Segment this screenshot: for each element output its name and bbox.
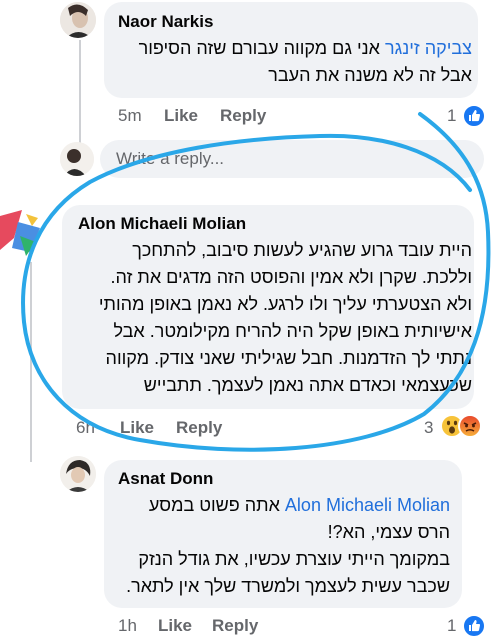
reply-input-box[interactable]: Write a reply... xyxy=(100,140,484,178)
reaction-count[interactable]: 3 xyxy=(424,418,433,438)
reply-input-placeholder: Write a reply... xyxy=(116,149,225,168)
comment-text-line: וללכת. שקרן ולא אמין והפוסט הזה מדגים את… xyxy=(110,267,472,287)
profile-photo-icon xyxy=(60,456,96,492)
comment-text-line: Alon Michaeli Molian אתה פשוט במסע xyxy=(148,495,450,515)
avatar-current-user[interactable] xyxy=(60,142,94,176)
like-button[interactable]: Like xyxy=(120,418,154,438)
like-button[interactable]: Like xyxy=(164,106,198,126)
angry-emoji-icon[interactable] xyxy=(458,414,482,438)
profile-photo-icon xyxy=(60,142,94,176)
comment-text-line: שכבר עשית לעצמך ולמשרד שלך אין לתאר. xyxy=(126,576,450,596)
thread-connector xyxy=(30,262,32,462)
comment-timestamp[interactable]: 5m xyxy=(118,106,142,126)
comment-text-line: הרס עצמי, הא?! xyxy=(327,522,450,542)
comment-text-line: אבל זה לא משנה את העבר xyxy=(268,65,472,85)
comment-text-line: שכעצמאי וכאדם אתה נאמן לעצמך. תתבייש xyxy=(143,375,472,395)
profile-photo-icon xyxy=(0,210,40,256)
comment-text-line: במקומך הייתי עוצרת עכשיו, את גודל הנזק xyxy=(138,549,450,569)
comment-text-line: ולא הצטערתי עליך ולו לרגע. לא נאמן באופן… xyxy=(98,294,472,314)
mention-link[interactable]: Alon Michaeli Molian xyxy=(285,495,450,515)
profile-photo-icon xyxy=(60,2,96,38)
mention-link[interactable]: צביקה זינגר xyxy=(385,38,472,58)
reply-button[interactable]: Reply xyxy=(212,616,258,636)
reply-button[interactable]: Reply xyxy=(220,106,266,126)
avatar-asnat-donn[interactable] xyxy=(60,456,96,492)
comment-text-line: היית עובד גרוע שהגיע לעשות סיבוב, להתחכך xyxy=(132,240,472,260)
thumbs-up-icon[interactable] xyxy=(462,104,486,128)
comment-text-line: אישיותית באופן שקל היה להריח מקילומטר. א… xyxy=(113,321,472,341)
comment-timestamp[interactable]: 6h xyxy=(76,418,95,438)
comment-text-line: נתתי לך הזדמנות. חבל שגיליתי שאני צודק. … xyxy=(105,348,472,368)
thumbs-up-icon[interactable] xyxy=(462,614,486,638)
avatar-alon-michaeli-molian[interactable] xyxy=(0,208,46,258)
avatar-naor-narkis[interactable] xyxy=(60,2,96,38)
thread-connector xyxy=(79,40,81,150)
comment-author[interactable]: Alon Michaeli Molian xyxy=(78,214,246,234)
comment-author[interactable]: Naor Narkis xyxy=(118,12,213,32)
comment-text-line: צביקה זינגר אני גם מקווה עבורם שזה הסיפו… xyxy=(138,38,472,58)
reply-button[interactable]: Reply xyxy=(176,418,222,438)
like-button[interactable]: Like xyxy=(158,616,192,636)
reaction-count[interactable]: 1 xyxy=(447,616,456,636)
comment-author[interactable]: Asnat Donn xyxy=(118,469,213,489)
comment-timestamp[interactable]: 1h xyxy=(118,616,137,636)
reaction-count[interactable]: 1 xyxy=(447,106,456,126)
